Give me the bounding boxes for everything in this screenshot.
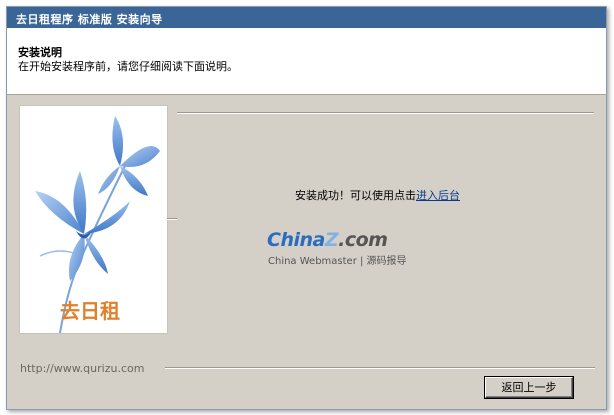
mid-divider (167, 218, 177, 220)
title-bar: 去日租程序 标准版 安装向导 (7, 7, 606, 28)
watermark-logo: ChinaZ.com China Webmaster | 源码报导 (267, 229, 417, 269)
footer-url: http://www.qurizu.com (20, 362, 145, 375)
back-button[interactable]: 返回上一步 (485, 377, 573, 398)
header-subtitle: 在开始安装程序前，请您仔细阅读下面说明。 (18, 60, 238, 73)
bottom-divider (165, 367, 595, 369)
side-banner-image: 去日租 (19, 105, 168, 334)
flower-illustration: 去日租 (35, 116, 160, 333)
side-logo-text: 去日租 (60, 299, 120, 323)
top-divider (177, 112, 594, 114)
watermark-brand: ChinaZ.com (267, 229, 388, 251)
header-panel: 安装说明 在开始安装程序前，请您仔细阅读下面说明。 (7, 28, 606, 95)
success-text: 安装成功！可以使用点击 (295, 189, 416, 202)
success-message: 安装成功！可以使用点击进入后台 (295, 187, 460, 203)
window-title: 去日租程序 标准版 安装向导 (16, 13, 163, 26)
watermark-tagline: China Webmaster | 源码报导 (268, 256, 407, 267)
admin-link[interactable]: 进入后台 (416, 189, 460, 202)
installer-window: 去日租程序 标准版 安装向导 安装说明 在开始安装程序前，请您仔细阅读下面说明。 (6, 6, 607, 410)
